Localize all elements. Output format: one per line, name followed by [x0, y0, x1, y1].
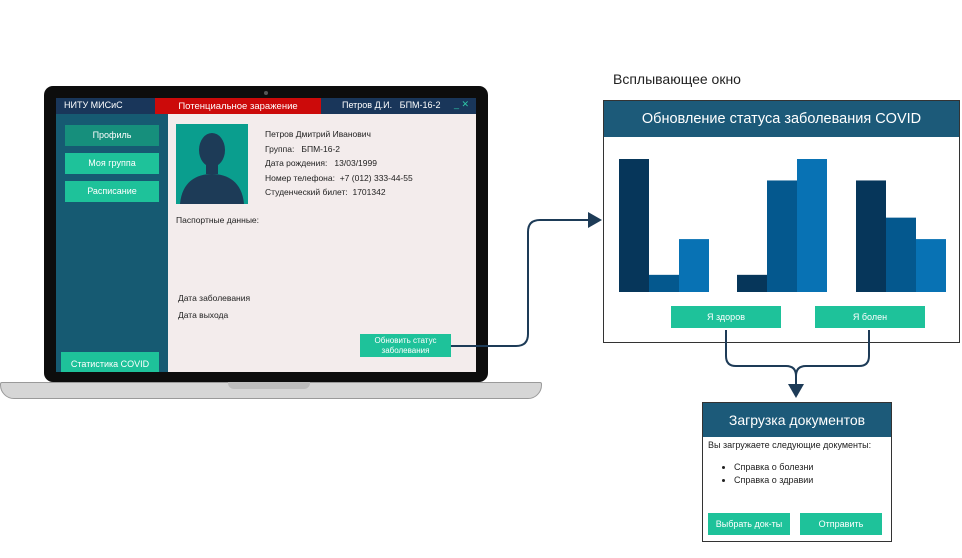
arrow-sick-to-upload: [795, 330, 870, 377]
arrow-healthy-to-upload: [725, 330, 804, 398]
arrow-update-to-popup: [451, 212, 602, 347]
flow-connectors: [451, 212, 870, 398]
